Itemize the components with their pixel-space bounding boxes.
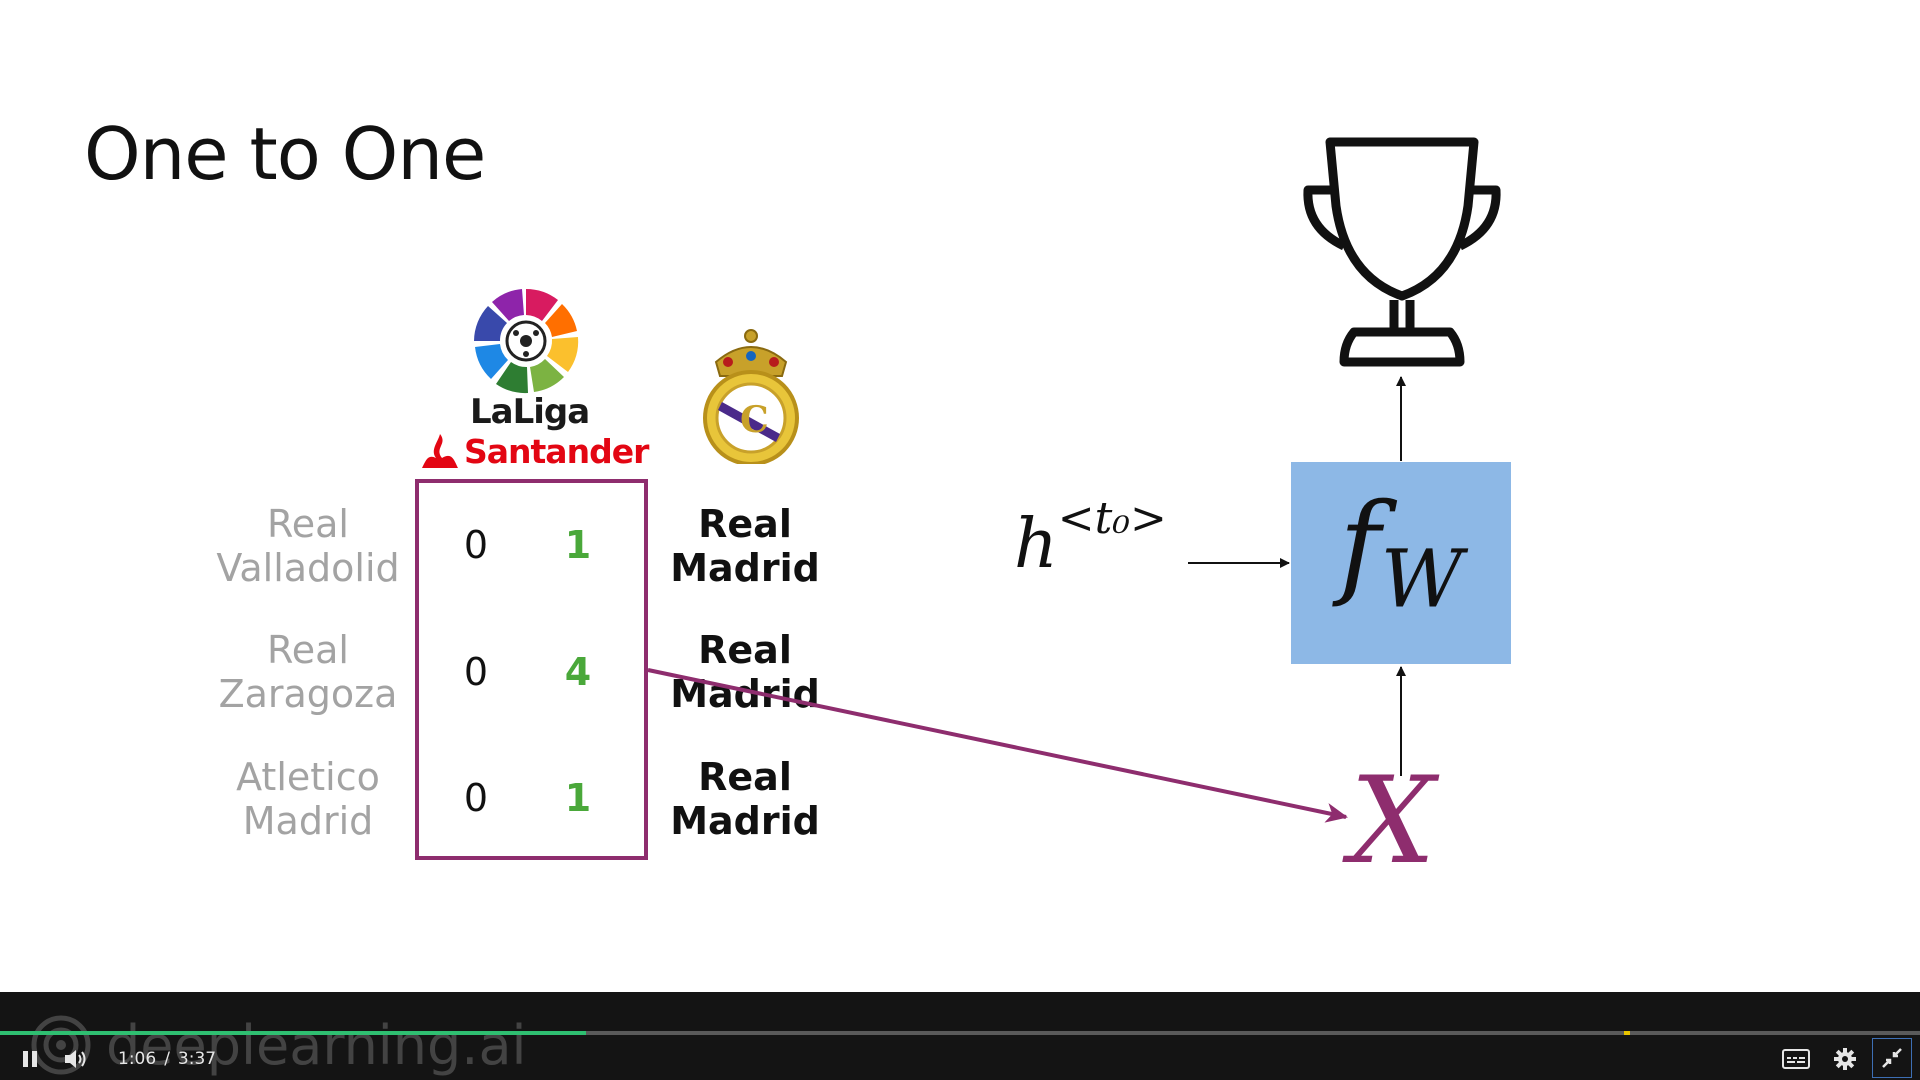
watermark: deeplearning.ai	[30, 1010, 527, 1080]
diagram-lines	[415, 137, 1501, 860]
current-time: 1:06	[118, 1049, 157, 1069]
volume-icon	[65, 1050, 86, 1068]
exit-fullscreen-icon	[1882, 1048, 1902, 1068]
time-separator: /	[164, 1049, 170, 1069]
score-selection-box	[415, 479, 648, 860]
rnn-function-box: fW	[1291, 462, 1511, 664]
function-label: fW	[1339, 480, 1463, 626]
input-variable-label: X	[1350, 752, 1436, 891]
pause-icon	[23, 1051, 37, 1067]
progress-played	[0, 1031, 586, 1035]
hidden-state-label: h<t₀>	[1014, 493, 1167, 584]
captions-icon	[1782, 1049, 1810, 1069]
volume-button[interactable]	[60, 1044, 92, 1074]
slide: One to One LaLiga Santander C Real Vallad…	[0, 0, 1920, 992]
captions-button[interactable]	[1780, 1044, 1812, 1074]
progress-marker	[1624, 1031, 1631, 1035]
settings-button[interactable]	[1830, 1044, 1860, 1074]
exit-fullscreen-button[interactable]	[1872, 1038, 1912, 1078]
duration: 3:37	[177, 1049, 217, 1069]
selection-to-input-arrow	[647, 668, 1348, 823]
time-display: 1:06 / 3:37	[118, 1044, 216, 1074]
settings-icon	[1834, 1048, 1856, 1070]
pause-button[interactable]	[16, 1044, 44, 1074]
trophy-icon	[1303, 137, 1501, 367]
progress-bar[interactable]	[0, 1031, 1920, 1035]
